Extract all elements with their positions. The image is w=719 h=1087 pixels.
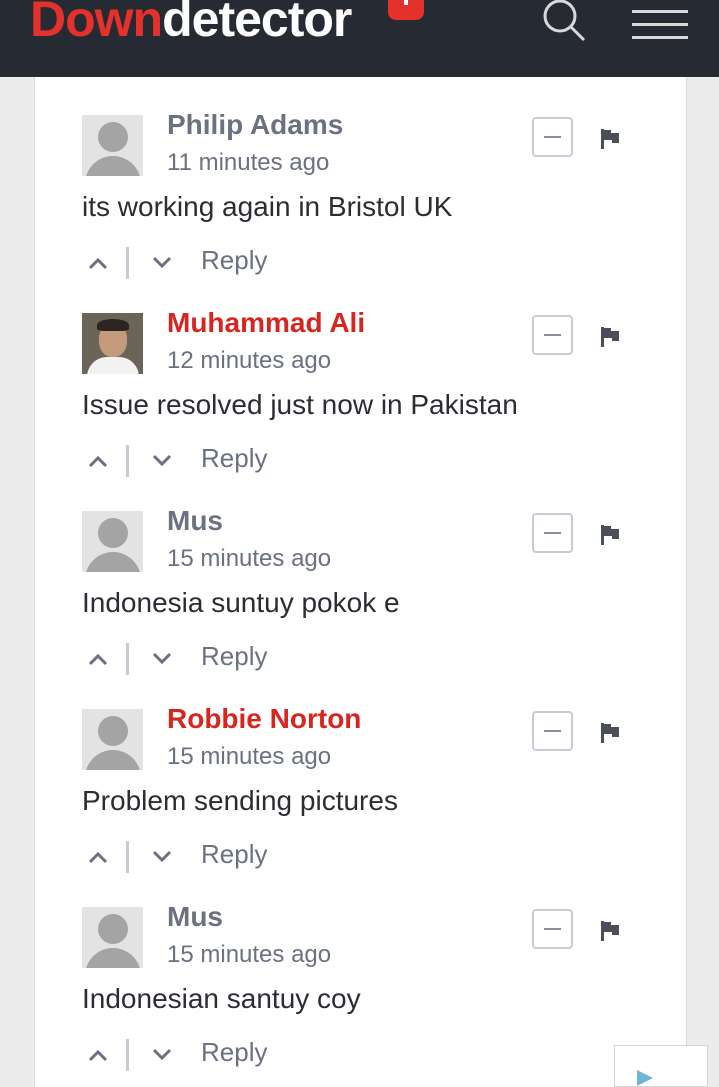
avatar <box>82 709 143 770</box>
logo-down-text: Down <box>30 0 163 47</box>
comment-item: Muhammad Ali 12 minutes ago Issue resolv… <box>35 275 686 477</box>
upvote-icon[interactable] <box>87 255 109 271</box>
vote-divider <box>126 1039 129 1071</box>
reply-link[interactable]: Reply <box>201 641 267 672</box>
upvote-icon[interactable] <box>87 651 109 667</box>
reply-link[interactable]: Reply <box>201 443 267 474</box>
comment-timestamp: 15 minutes ago <box>167 941 332 968</box>
flag-icon[interactable] <box>599 523 621 547</box>
comment-author[interactable]: Muhammad Ali <box>167 307 365 339</box>
logo-alert-badge-icon <box>388 0 424 20</box>
comment-text: Indonesian santuy coy <box>82 983 361 1014</box>
comment-timestamp: 15 minutes ago <box>167 545 332 572</box>
flag-icon[interactable] <box>599 919 621 943</box>
logo-detector-text: detector <box>162 0 352 47</box>
collapse-button[interactable] <box>532 117 573 157</box>
upvote-icon[interactable] <box>87 849 109 865</box>
comment-text: Issue resolved just now in Pakistan <box>82 389 518 420</box>
comment-author[interactable]: Mus <box>167 901 223 933</box>
collapse-button[interactable] <box>532 315 573 355</box>
comment-item: Mus 15 minutes ago Indonesia suntuy poko… <box>35 473 686 675</box>
collapse-button[interactable] <box>532 711 573 751</box>
avatar <box>82 115 143 176</box>
comment-text: Indonesia suntuy pokok e <box>82 587 400 618</box>
search-icon[interactable] <box>538 0 588 46</box>
avatar <box>82 511 143 572</box>
flag-icon[interactable] <box>599 325 621 349</box>
upvote-icon[interactable] <box>87 1047 109 1063</box>
collapse-button[interactable] <box>532 513 573 553</box>
comment-timestamp: 12 minutes ago <box>167 347 332 374</box>
comment-timestamp: 11 minutes ago <box>167 149 330 176</box>
ad-play-icon <box>637 1070 653 1086</box>
avatar <box>82 313 143 374</box>
reply-link[interactable]: Reply <box>201 1037 267 1068</box>
comment-text: Problem sending pictures <box>82 785 398 816</box>
downvote-icon[interactable] <box>151 849 173 865</box>
downvote-icon[interactable] <box>151 255 173 271</box>
comment-item: Mus 15 minutes ago Indonesian santuy coy… <box>35 869 686 1071</box>
ad-choices-badge[interactable] <box>614 1045 708 1087</box>
avatar <box>82 907 143 968</box>
reply-link[interactable]: Reply <box>201 839 267 870</box>
upvote-icon[interactable] <box>87 453 109 469</box>
downvote-icon[interactable] <box>151 651 173 667</box>
comment-author[interactable]: Mus <box>167 505 223 537</box>
comment-item: Robbie Norton 15 minutes ago Problem sen… <box>35 671 686 873</box>
comment-author[interactable]: Robbie Norton <box>167 703 361 735</box>
comment-author[interactable]: Philip Adams <box>167 109 343 141</box>
site-header: Downdetector <box>0 0 719 77</box>
comment-item: Philip Adams 11 minutes ago its working … <box>35 77 686 279</box>
downvote-icon[interactable] <box>151 453 173 469</box>
flag-icon[interactable] <box>599 127 621 151</box>
comment-text: its working again in Bristol UK <box>82 191 453 222</box>
comments-list: Philip Adams 11 minutes ago its working … <box>34 77 687 1087</box>
collapse-button[interactable] <box>532 909 573 949</box>
menu-icon[interactable] <box>632 10 688 40</box>
downdetector-logo[interactable]: Downdetector <box>30 0 352 48</box>
reply-link[interactable]: Reply <box>201 245 267 276</box>
comment-timestamp: 15 minutes ago <box>167 743 332 770</box>
downvote-icon[interactable] <box>151 1047 173 1063</box>
flag-icon[interactable] <box>599 721 621 745</box>
